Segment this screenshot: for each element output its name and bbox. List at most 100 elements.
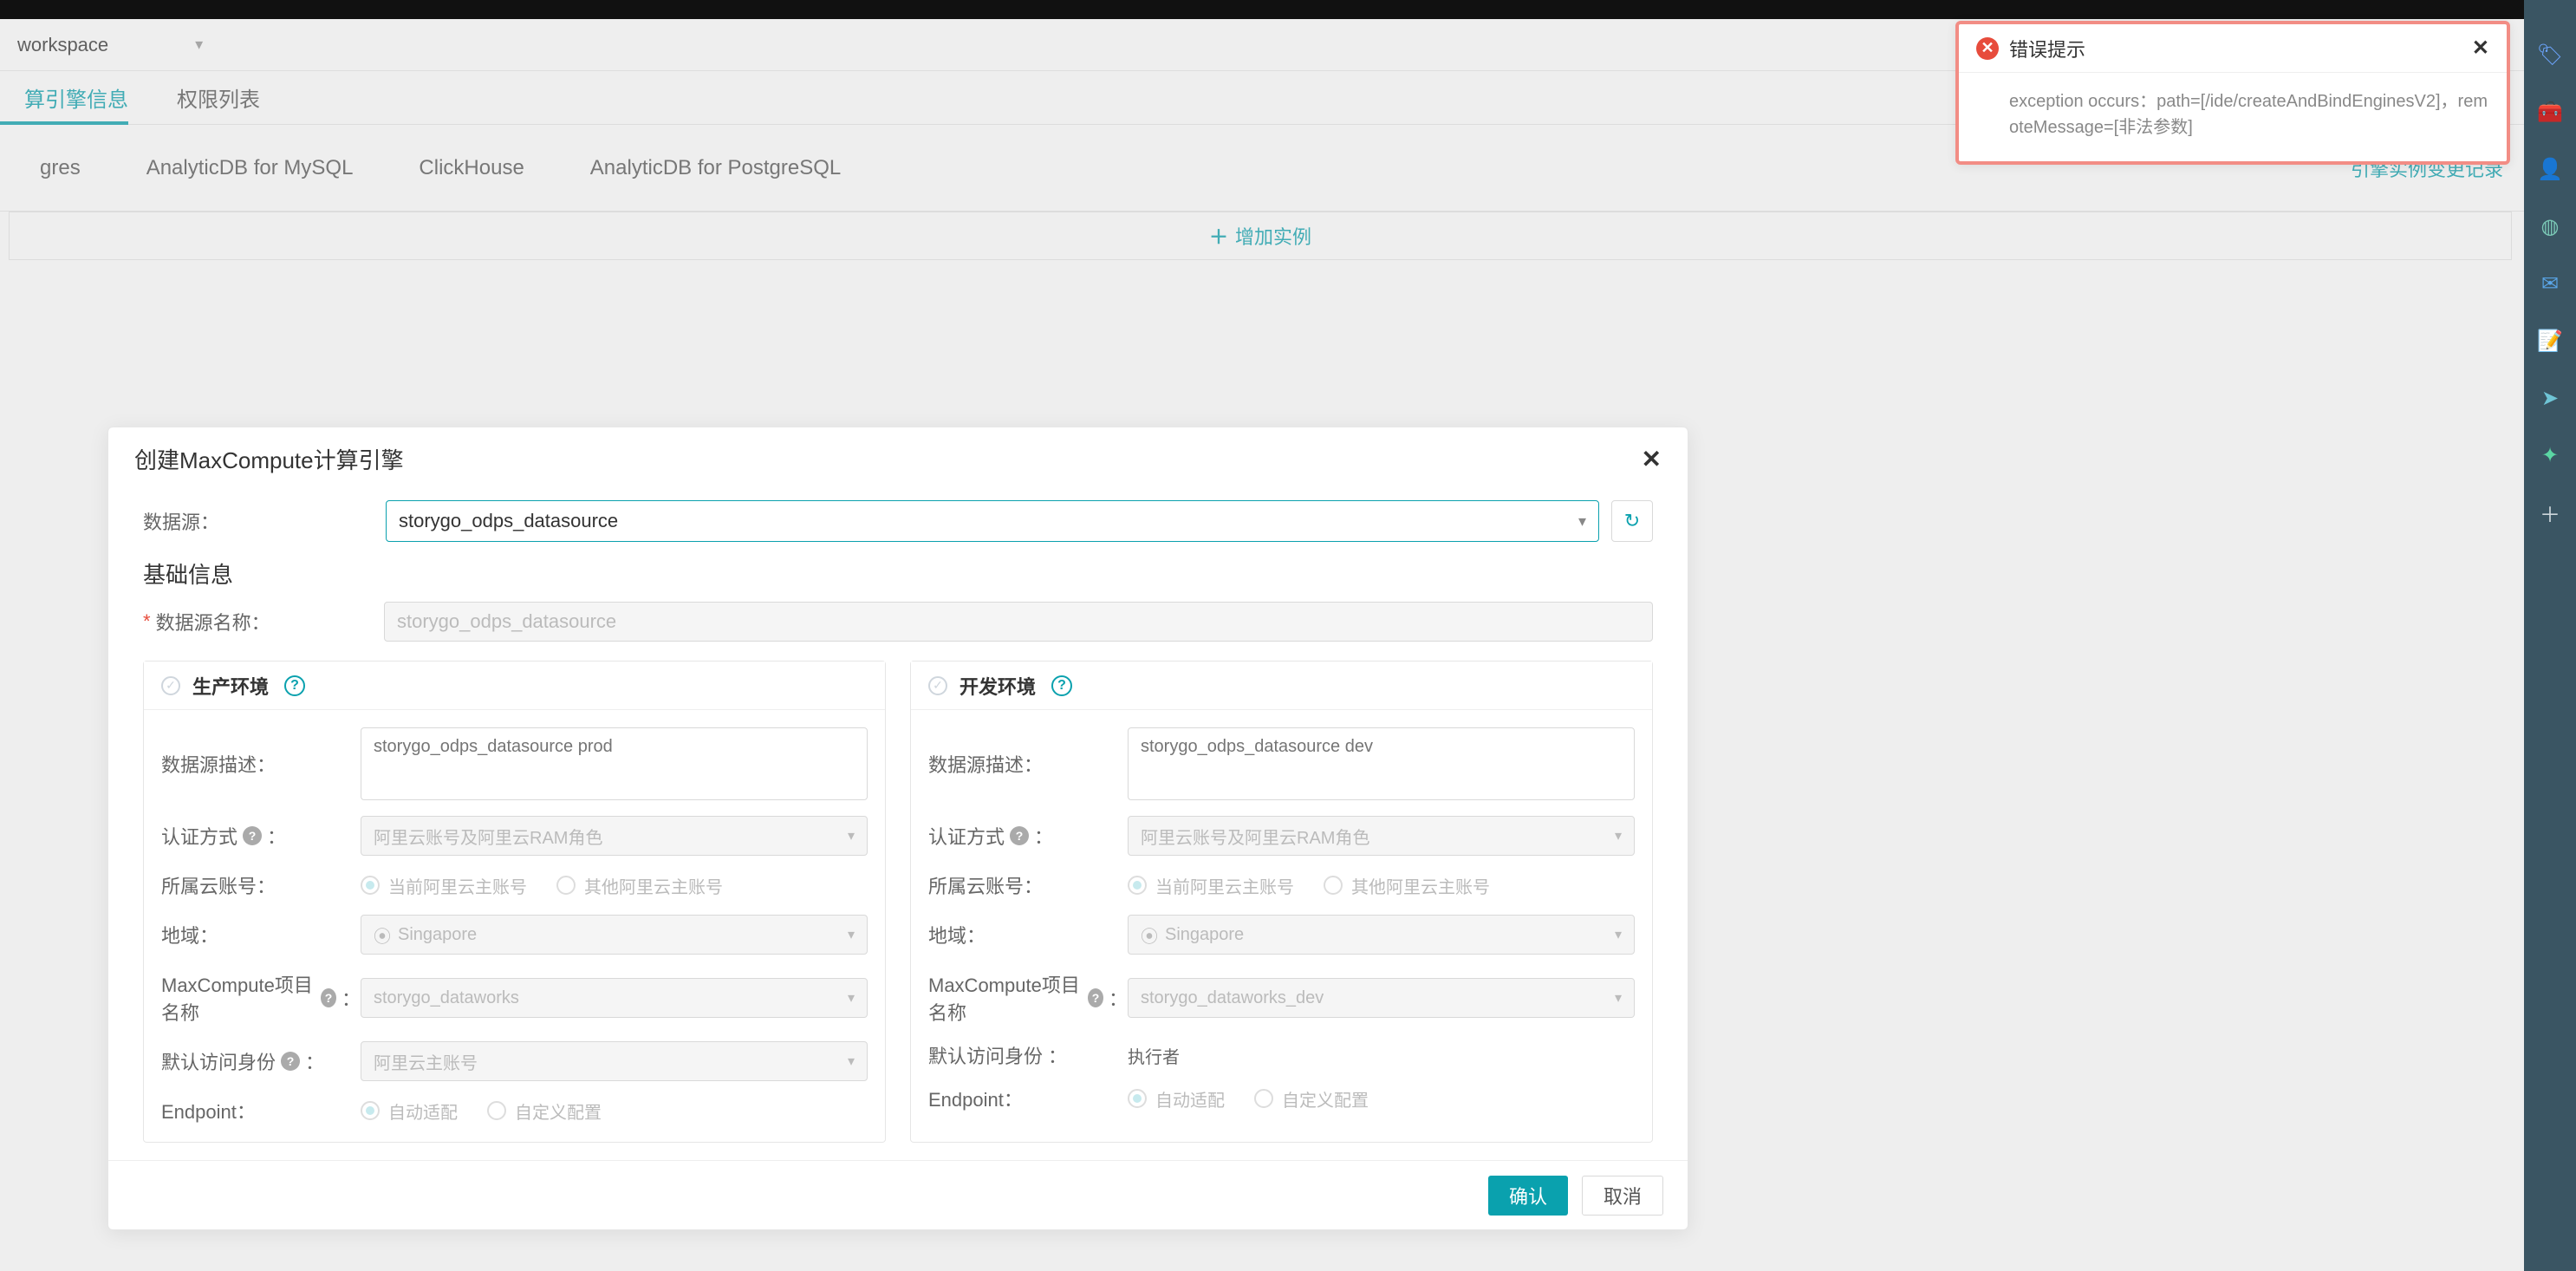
help-icon[interactable]: ? <box>243 826 262 845</box>
auth-label: 认证方式?： <box>161 822 361 850</box>
dev-auth-row: 认证方式?： 阿里云账号及阿里云RAM角色▾ <box>928 816 1635 856</box>
desc-label: 数据源描述： <box>928 750 1128 778</box>
required-star: * <box>143 610 151 633</box>
prod-account-other-radio[interactable]: 其他阿里云主账号 <box>556 873 723 898</box>
dev-account-other-radio[interactable]: 其他阿里云主账号 <box>1324 873 1490 898</box>
help-icon[interactable]: ? <box>321 988 336 1007</box>
dev-account-radio-group: 当前阿里云主账号 其他阿里云主账号 <box>1128 873 1635 898</box>
prod-account-current-radio[interactable]: 当前阿里云主账号 <box>361 873 527 898</box>
toast-head: ✕ 错误提示 ✕ <box>1959 24 2507 73</box>
rail-send-icon[interactable]: ➤ <box>2537 385 2563 411</box>
rail-globe-icon[interactable]: ◍ <box>2537 213 2563 239</box>
datasource-row: 数据源： storygo_odps_datasource ▾ ↻ <box>143 500 1653 542</box>
dev-identity-static: 执行者 <box>1128 1043 1635 1068</box>
add-instance-button[interactable]: ＋ 增加实例 <box>9 212 2512 260</box>
prod-project-select[interactable]: storygo_dataworks▾ <box>361 978 868 1018</box>
tab-permission-list-label: 权限列表 <box>177 82 260 113</box>
workspace-select[interactable]: workspace ▾ <box>7 29 213 62</box>
prod-env-title: 生产环境 <box>192 672 269 700</box>
dev-endpoint-custom-radio[interactable]: 自定义配置 <box>1254 1086 1369 1111</box>
tab-engine-info[interactable]: 算引擎信息 <box>0 71 153 124</box>
rail-tag-icon[interactable]: 🏷 <box>2537 42 2563 68</box>
datasource-name-input[interactable] <box>384 602 1653 642</box>
toast-title: 错误提示 <box>2009 35 2462 62</box>
help-icon[interactable]: ? <box>1051 675 1072 696</box>
identity-label: 默认访问身份 ?： <box>161 1047 361 1075</box>
dev-env-panel: ✓ 开发环境 ? 数据源描述： 认证方式?： 阿里云账号及阿里云RAM角色▾ 所… <box>910 661 1653 1143</box>
name-label: *数据源名称： <box>143 608 384 636</box>
chevron-down-icon: ▾ <box>1615 827 1622 844</box>
chevron-down-icon: ▾ <box>1615 989 1622 1007</box>
prod-region-select[interactable]: ⦿Singapore▾ <box>361 915 868 955</box>
modal-close-button[interactable]: ✕ <box>1642 445 1662 473</box>
dev-env-body: 数据源描述： 认证方式?： 阿里云账号及阿里云RAM角色▾ 所属云账号： 当前阿… <box>911 710 1652 1130</box>
help-icon[interactable]: ? <box>281 1052 300 1071</box>
confirm-button[interactable]: 确认 <box>1488 1176 1568 1216</box>
rail-user-icon[interactable]: 👤 <box>2537 156 2563 182</box>
tab-permission-list[interactable]: 权限列表 <box>153 71 284 124</box>
prod-env-body: 数据源描述： 认证方式?： 阿里云账号及阿里云RAM角色▾ 所属云账号： 当前阿… <box>144 710 885 1142</box>
dev-project-select[interactable]: storygo_dataworks_dev▾ <box>1128 978 1635 1018</box>
datasource-label: 数据源： <box>143 507 386 535</box>
modal-body: 数据源： storygo_odps_datasource ▾ ↻ 基础信息 *数… <box>108 490 1688 1160</box>
engine-tab-clickhouse[interactable]: ClickHouse <box>386 156 556 180</box>
datasource-refresh-button[interactable]: ↻ <box>1611 500 1653 542</box>
prod-desc-textarea[interactable] <box>361 727 868 800</box>
dev-region-select[interactable]: ⦿Singapore▾ <box>1128 915 1635 955</box>
datasource-select[interactable]: storygo_odps_datasource ▾ <box>386 500 1599 542</box>
dev-region-row: 地域： ⦿Singapore▾ <box>928 915 1635 955</box>
rail-star-icon[interactable]: ✦ <box>2537 442 2563 468</box>
prod-endpoint-auto-radio[interactable]: 自动适配 <box>361 1098 458 1124</box>
prod-desc-row: 数据源描述： <box>161 727 868 800</box>
dev-env-title: 开发环境 <box>959 672 1036 700</box>
chevron-down-icon: ▾ <box>1578 512 1586 531</box>
prod-env-head: ✓ 生产环境 ? <box>144 662 885 710</box>
engine-tab-gres[interactable]: gres <box>7 156 114 180</box>
help-icon[interactable]: ? <box>1010 826 1029 845</box>
prod-auth-select[interactable]: 阿里云账号及阿里云RAM角色▾ <box>361 816 868 856</box>
dev-endpoint-radio-group: 自动适配 自定义配置 <box>1128 1086 1635 1111</box>
engine-tab-adb-pg[interactable]: AnalyticDB for PostgreSQL <box>557 156 874 180</box>
chevron-down-icon: ▾ <box>848 926 855 943</box>
location-icon: ⦿ <box>374 922 391 948</box>
env-grid: ✓ 生产环境 ? 数据源描述： 认证方式?： 阿里云账号及阿里云RAM角色▾ 所… <box>143 661 1653 1143</box>
dev-account-current-radio[interactable]: 当前阿里云主账号 <box>1128 873 1294 898</box>
chevron-down-icon: ▾ <box>1615 926 1622 943</box>
error-toast: ✕ 错误提示 ✕ exception occurs：path=[/ide/cre… <box>1955 21 2510 165</box>
account-label: 所属云账号： <box>161 871 361 899</box>
cancel-button[interactable]: 取消 <box>1582 1176 1663 1216</box>
prod-project-row: MaxCompute项目名称 ?： storygo_dataworks▾ <box>161 970 868 1026</box>
location-icon: ⦿ <box>1141 922 1158 948</box>
account-label: 所属云账号： <box>928 871 1128 899</box>
region-label: 地域： <box>928 921 1128 948</box>
rail-toolbox-icon[interactable]: 🧰 <box>2537 99 2563 125</box>
rail-edit-icon[interactable]: 📝 <box>2537 328 2563 354</box>
create-engine-modal: 创建MaxCompute计算引擎 ✕ 数据源： storygo_odps_dat… <box>107 427 1688 1230</box>
help-icon[interactable]: ? <box>284 675 305 696</box>
toast-close-button[interactable]: ✕ <box>2472 36 2489 61</box>
dev-endpoint-auto-radio[interactable]: 自动适配 <box>1128 1086 1225 1111</box>
dev-auth-select[interactable]: 阿里云账号及阿里云RAM角色▾ <box>1128 816 1635 856</box>
desc-label: 数据源描述： <box>161 750 361 778</box>
prod-identity-row: 默认访问身份 ?： 阿里云主账号▾ <box>161 1041 868 1081</box>
identity-label: 默认访问身份： <box>928 1041 1128 1069</box>
region-label: 地域： <box>161 921 361 948</box>
check-icon: ✓ <box>161 676 180 695</box>
basic-info-title: 基础信息 <box>143 557 1653 590</box>
plus-icon: ＋ <box>1209 222 1228 250</box>
rail-add-icon[interactable]: ＋ <box>2537 499 2563 525</box>
chevron-down-icon: ▾ <box>848 827 855 844</box>
prod-env-panel: ✓ 生产环境 ? 数据源描述： 认证方式?： 阿里云账号及阿里云RAM角色▾ 所… <box>143 661 886 1143</box>
project-label: MaxCompute项目名称 ?： <box>928 970 1128 1026</box>
prod-endpoint-custom-radio[interactable]: 自定义配置 <box>487 1098 602 1124</box>
name-row: *数据源名称： <box>143 602 1653 642</box>
engine-tab-adb-mysql[interactable]: AnalyticDB for MySQL <box>114 156 387 180</box>
prod-identity-select[interactable]: 阿里云主账号▾ <box>361 1041 868 1081</box>
prod-endpoint-radio-group: 自动适配 自定义配置 <box>361 1098 868 1124</box>
dev-desc-textarea[interactable] <box>1128 727 1635 800</box>
project-label: MaxCompute项目名称 ?： <box>161 970 361 1026</box>
dev-env-head: ✓ 开发环境 ? <box>911 662 1652 710</box>
help-icon[interactable]: ? <box>1088 988 1103 1007</box>
datasource-value: storygo_odps_datasource <box>399 510 618 532</box>
rail-mail-icon[interactable]: ✉ <box>2537 270 2563 297</box>
